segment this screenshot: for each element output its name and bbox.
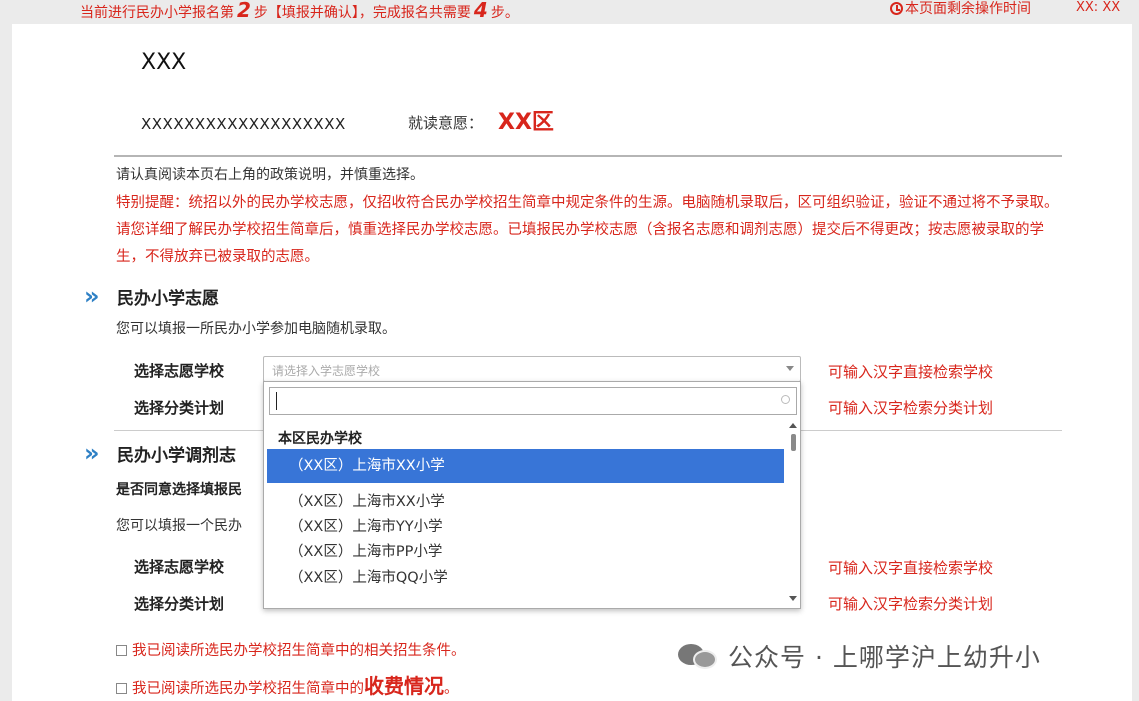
watermark: 公众号 · 上哪学沪上幼升小 xyxy=(678,638,1041,674)
header-divider xyxy=(114,155,1062,157)
dropdown-scrollbar[interactable] xyxy=(786,420,800,607)
read-fees-row[interactable]: 我已阅读所选民办学校招生简章中的收费情况。 xyxy=(116,670,459,699)
timer-value: XX: XX xyxy=(1076,0,1121,15)
chevron-down-icon xyxy=(786,366,794,371)
timer-label: 本页面剩余操作时间 xyxy=(905,1,1031,17)
plan-search-hint: 可输入汉字检索分类计划 xyxy=(828,399,994,417)
dropdown-option-selected[interactable]: （XX区）上海市XX小学 xyxy=(267,449,784,483)
intent-district-label: 就读意愿： xyxy=(408,114,484,132)
school-select-placeholder: 请选择入学志愿学校 xyxy=(272,364,381,378)
section-title-adjustment: 民办小学调剂志 xyxy=(117,446,236,466)
dropdown-option[interactable]: （XX区）上海市PP小学 xyxy=(267,540,784,565)
section-arrow-icon: » xyxy=(84,439,99,467)
adjust-plan-hint: 可输入汉字检索分类计划 xyxy=(828,595,994,613)
read-conditions-row[interactable]: 我已阅读所选民办学校招生简章中的相关招生条件。 xyxy=(116,639,466,660)
step-prefix: 当前进行民办小学报名第 xyxy=(80,5,234,21)
student-id: XXXXXXXXXXXXXXXXXXX xyxy=(141,115,346,133)
dropdown-option[interactable]: （XX区）上海市XX小学 xyxy=(267,490,784,515)
scroll-down-icon[interactable] xyxy=(789,596,797,601)
school-search-hint: 可输入汉字直接检索学校 xyxy=(828,363,994,381)
student-name: XXX xyxy=(141,50,187,75)
dropdown-option[interactable]: （XX区）上海市QQ小学 xyxy=(267,566,784,591)
scrollbar-thumb[interactable] xyxy=(791,434,796,451)
section-arrow-icon: » xyxy=(84,282,99,310)
read-fees-suffix: 。 xyxy=(444,681,459,697)
step-suffix: 步。 xyxy=(490,5,519,21)
plan-select-label: 选择分类计划 xyxy=(134,399,225,417)
read-conditions-label: 我已阅读所选民办学校招生简章中的相关招生条件。 xyxy=(132,643,466,659)
school-select-label: 选择志愿学校 xyxy=(134,362,225,380)
text-cursor xyxy=(276,392,277,410)
adjust-school-label: 选择志愿学校 xyxy=(134,558,225,576)
adjust-school-hint: 可输入汉字直接检索学校 xyxy=(828,559,994,577)
scroll-up-icon[interactable] xyxy=(789,423,797,428)
policy-notice: 请认真阅读本页右上角的政策说明，并慎重选择。 xyxy=(116,167,424,183)
read-fees-label: 我已阅读所选民办学校招生简章中的 xyxy=(132,681,364,697)
watermark-text: 公众号 · 上哪学沪上幼升小 xyxy=(728,643,1041,672)
adjustment-question: 是否同意选择填报民 xyxy=(116,482,242,498)
section-description: 您可以填报一所民办小学参加电脑随机录取。 xyxy=(116,321,396,337)
read-fees-checkbox[interactable] xyxy=(116,683,127,694)
dropdown-group-label: 本区民办学校 xyxy=(278,431,362,447)
dropdown-search-input[interactable] xyxy=(269,387,797,415)
wechat-icon xyxy=(678,642,718,670)
read-conditions-checkbox[interactable] xyxy=(116,645,127,656)
remaining-time: 本页面剩余操作时间 xyxy=(890,0,1031,18)
intent-district-value: XX区 xyxy=(498,110,554,135)
dropdown-option[interactable]: （XX区）上海市YY小学 xyxy=(267,515,784,540)
section-title-private-school: 民办小学志愿 xyxy=(117,289,219,309)
school-dropdown[interactable]: 本区民办学校 （XX区）上海市XX小学 （XX区）上海市XX小学 （XX区）上海… xyxy=(263,381,801,609)
top-status-bar: 当前进行民办小学报名第 2 步【填报并确认】，完成报名共需要 4 步。 本页面剩余操作时… xyxy=(0,0,1139,24)
step-progress-text: 当前进行民办小学报名第 2 步【填报并确认】，完成报名共需要 4 步。 xyxy=(80,0,519,23)
adjustment-description: 您可以填报一个民办 xyxy=(116,518,242,534)
school-select[interactable]: 请选择入学志愿学校 xyxy=(263,356,801,382)
special-warning: 特别提醒：统招以外的民办学校志愿，仅招收符合民办学校招生简章中规定条件的生源。电… xyxy=(116,195,1059,265)
current-step-number: 2 xyxy=(237,0,251,22)
step-middle-text: 步【填报并确认】，完成报名共需要 xyxy=(253,5,471,21)
adjust-plan-label: 选择分类计划 xyxy=(134,595,225,613)
total-steps-number: 4 xyxy=(473,0,488,22)
fees-emphasis: 收费情况 xyxy=(364,674,444,698)
search-icon xyxy=(781,395,790,404)
clock-icon xyxy=(890,2,903,15)
